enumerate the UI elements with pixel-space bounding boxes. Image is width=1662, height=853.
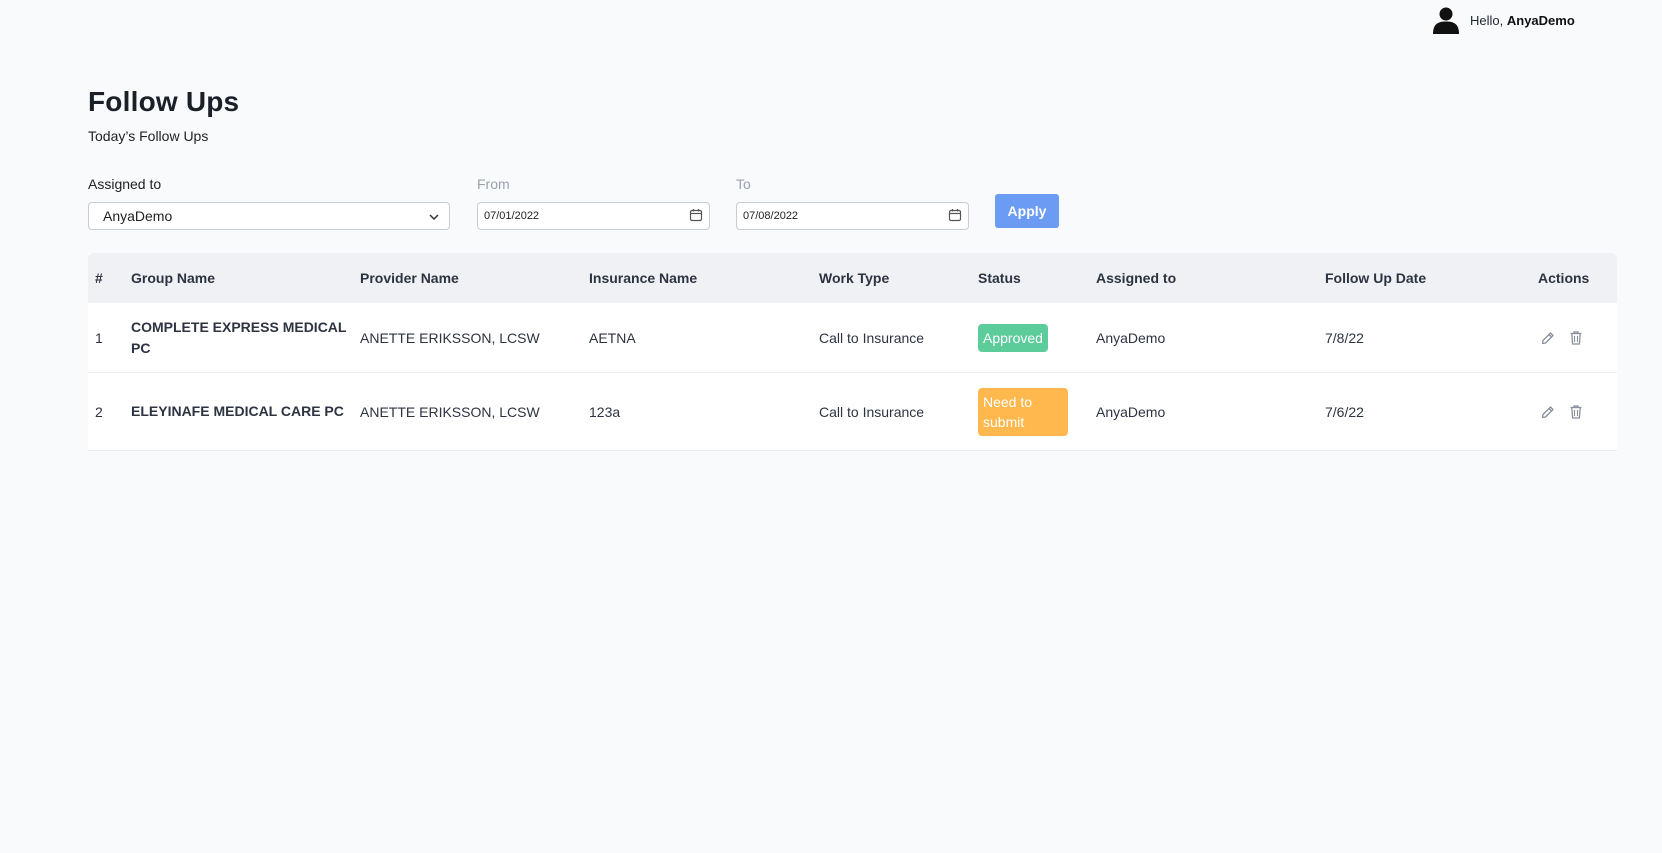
status-badge: Need to submit [978,387,1068,436]
insurance-name: 123a [589,403,621,420]
greeting-text: Hello, [1470,12,1504,28]
insurance-name: AETNA [589,329,636,346]
assigned-select-value: AnyaDemo [103,208,173,224]
status-cell: Approved [978,323,1096,352]
work-type: Call to Insurance [819,329,925,346]
provider-name: ANETTE ERIKSSON, LCSW [360,403,540,420]
top-bar: Hello, AnyaDemo [0,0,1662,40]
calendar-icon[interactable] [689,208,703,225]
user-greeting: Hello, AnyaDemo [1470,13,1575,28]
row-actions [1538,330,1617,346]
assigned-select[interactable]: AnyaDemo [88,202,450,230]
col-header-follow-up-date: Follow Up Date [1325,270,1427,286]
follow-up-date: 7/8/22 [1325,329,1364,346]
from-date-value: 07/01/2022 [484,210,540,222]
from-filter: From 07/01/2022 [477,176,710,230]
col-header-insurance-name: Insurance Name [589,270,698,286]
work-type: Call to Insurance [819,403,925,420]
user-menu[interactable]: Hello, AnyaDemo [1432,6,1575,34]
chevron-down-icon [429,208,439,224]
col-header-group-name: Group Name [131,269,216,286]
provider-name: ANETTE ERIKSSON, LCSW [360,329,540,346]
assigned-to: AnyaDemo [1096,403,1166,420]
status-cell: Need to submit [978,387,1096,436]
user-avatar-icon [1432,6,1460,34]
main-content: Follow Ups Today’s Follow Ups Assigned t… [88,86,1618,451]
trash-icon[interactable] [1568,330,1584,346]
col-header-status: Status [978,270,1021,286]
assigned-label: Assigned to [88,176,162,192]
apply-button[interactable]: Apply [995,194,1059,228]
group-name: COMPLETE EXPRESS MEDICAL PC [131,318,347,356]
table-header: # Group Name Provider Name Insurance Nam… [88,253,1617,303]
calendar-icon[interactable] [948,208,962,225]
from-date-input[interactable]: 07/01/2022 [477,202,710,230]
row-number: 1 [95,329,103,346]
col-header-work-type: Work Type [819,270,890,286]
from-label: From [477,176,510,192]
row-number: 2 [95,403,103,420]
col-header-actions: Actions [1538,270,1590,286]
assigned-filter: Assigned to AnyaDemo [88,176,450,230]
trash-icon[interactable] [1568,404,1584,420]
table-row: 2 ELEYINAFE MEDICAL CARE PC ANETTE ERIKS… [88,373,1617,451]
group-name: ELEYINAFE MEDICAL CARE PC [131,403,344,419]
col-header-assigned-to: Assigned to [1096,270,1177,286]
status-badge: Approved [978,323,1048,352]
page-subtitle: Today’s Follow Ups [88,128,209,144]
assigned-to: AnyaDemo [1096,329,1166,346]
to-label: To [736,176,751,192]
to-date-value: 07/08/2022 [743,210,799,222]
table-row: 1 COMPLETE EXPRESS MEDICAL PC ANETTE ERI… [88,303,1617,373]
follow-up-date: 7/6/22 [1325,403,1364,420]
page-title: Follow Ups [88,86,240,117]
to-filter: To 07/08/2022 [736,176,969,230]
follow-ups-table: # Group Name Provider Name Insurance Nam… [88,253,1617,451]
edit-icon[interactable] [1540,404,1556,420]
row-actions [1538,404,1617,420]
username-text: AnyaDemo [1506,12,1575,28]
to-date-input[interactable]: 07/08/2022 [736,202,969,230]
filters-bar: Assigned to AnyaDemo From 07/01/2022 To … [88,176,1088,236]
col-header-provider-name: Provider Name [360,270,459,286]
edit-icon[interactable] [1540,330,1556,346]
col-header-number: # [95,270,103,286]
